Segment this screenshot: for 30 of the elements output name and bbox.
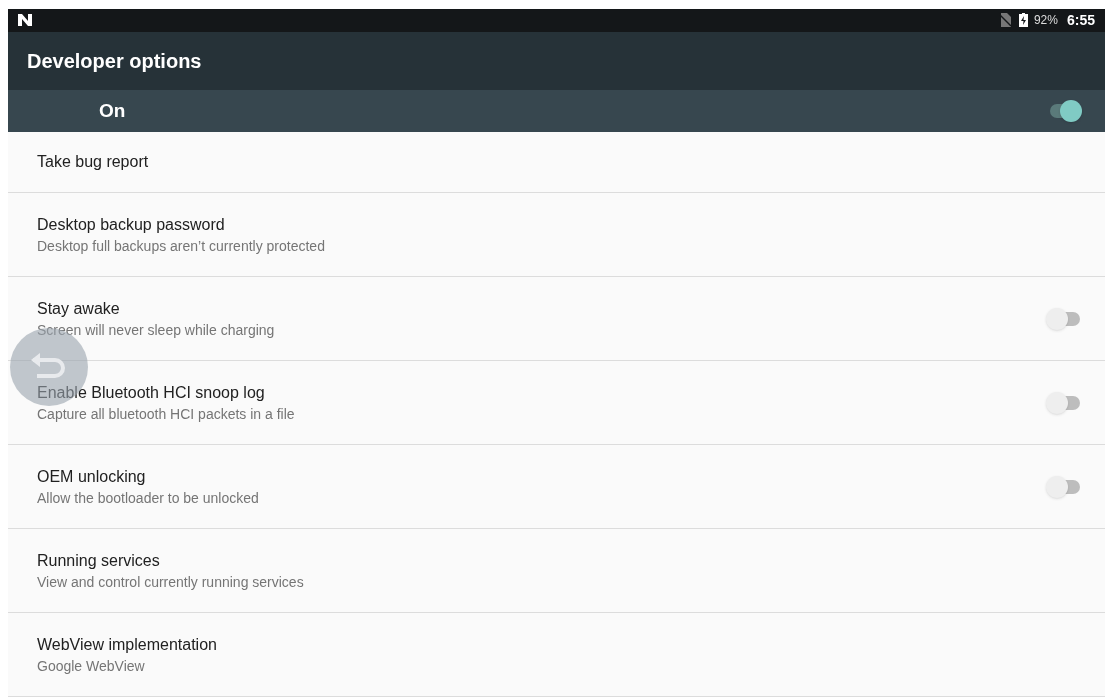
setting-title: Enable Bluetooth HCI snoop log [37, 382, 266, 403]
setting-summary: Capture all bluetooth HCI packets in a file [37, 404, 296, 424]
toggle-switch[interactable] [1046, 307, 1082, 330]
settings-row[interactable]: Take bug report [8, 132, 1105, 193]
toggle-switch[interactable] [1046, 475, 1082, 498]
setting-title: Stay awake [37, 298, 121, 319]
setting-summary: Google WebView [37, 656, 146, 676]
no-sim-icon [998, 13, 1011, 28]
setting-summary: Allow the bootloader to be unlocked [37, 488, 260, 508]
setting-title: Desktop backup password [37, 214, 226, 235]
setting-summary: Desktop full backups aren’t currently protected [37, 236, 326, 256]
settings-row[interactable]: Stay awake Screen will never sleep while charging [8, 277, 1105, 361]
clock-time: 6:55 [1066, 10, 1095, 30]
n-logo-icon [18, 14, 32, 27]
setting-title: Running services [37, 550, 161, 571]
toggle-switch[interactable] [1046, 391, 1082, 414]
switch-label: On [99, 98, 127, 123]
settings-row[interactable]: Running services View and control currently running services [8, 529, 1105, 613]
settings-row[interactable]: WebView implementation Google WebView [8, 613, 1105, 697]
battery-percentage: 92% [1033, 12, 1058, 30]
battery-charging-icon [1018, 13, 1028, 28]
setting-title: OEM unlocking [37, 466, 147, 487]
setting-title: WebView implementation [37, 634, 218, 655]
settings-row[interactable]: Enable Bluetooth HCI snoop log Capture all bluetooth HCI packets in a file [8, 361, 1105, 445]
setting-summary: Screen will never sleep while charging [37, 320, 276, 340]
screen-title: Developer options [27, 48, 202, 74]
settings-row[interactable]: Desktop backup password Desktop full backups aren’t currently protected [8, 193, 1105, 277]
setting-summary: View and control currently running services [37, 572, 305, 592]
setting-title: Take bug report [37, 152, 150, 172]
settings-row[interactable]: OEM unlocking Allow the bootloader to be unlocked [8, 445, 1105, 529]
